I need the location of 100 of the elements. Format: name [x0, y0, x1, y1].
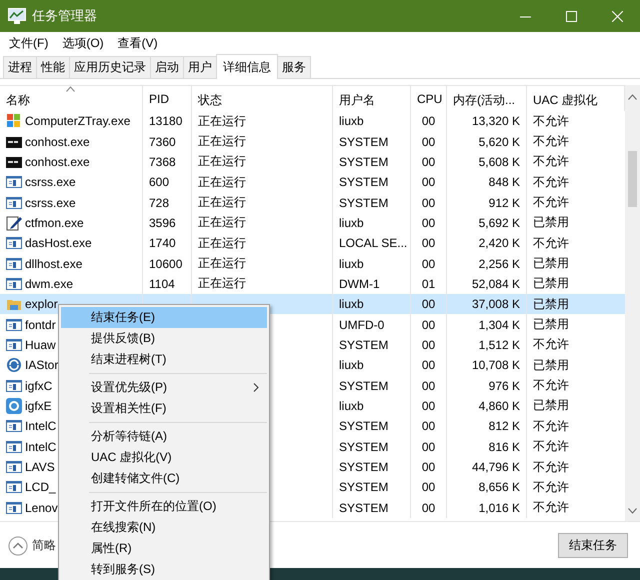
tab[interactable]: 用户	[183, 56, 217, 78]
end-task-button[interactable]: 结束任务	[558, 533, 628, 558]
table-row[interactable]: csrss.exe 728 正在运行 SYSTEM 00 912 K 不允许	[0, 192, 625, 213]
cpu-cell: 00	[422, 196, 436, 210]
context-menu-item[interactable]: 属性(R)	[61, 538, 267, 559]
user-cell: SYSTEM	[339, 378, 388, 393]
status-cell: 正在运行	[198, 275, 246, 292]
memory-cell: 37,008 K	[472, 297, 520, 312]
memory-cell: 4,860 K	[478, 398, 520, 413]
menu-item[interactable]: 文件(F)	[2, 32, 56, 54]
status-cell: 正在运行	[198, 214, 246, 232]
scrollbar[interactable]	[625, 85, 640, 523]
process-name: explor	[25, 297, 58, 312]
table-row[interactable]: csrss.exe 600 正在运行 SYSTEM 00 848 K 不允许	[0, 172, 625, 192]
uac-cell: 不允许	[533, 458, 569, 476]
sync-icon	[6, 357, 22, 374]
column-header[interactable]: 名称	[0, 86, 143, 111]
table-row[interactable]: conhost.exe 7360 正在运行 SYSTEM 00 5,620 K 不允许	[0, 131, 625, 152]
tab[interactable]: 进程	[3, 56, 37, 78]
window-icon	[6, 256, 22, 272]
cpu-cell: 00	[422, 318, 436, 332]
context-menu-item[interactable]: 分析等待链(A)	[61, 426, 267, 447]
context-menu-item[interactable]: 设置优先级(P)	[61, 377, 267, 398]
table-row[interactable]: ctfmon.exe 3596 正在运行 liuxb 00 5,692 K 已禁用	[0, 212, 625, 234]
table-row[interactable]: ComputerZTray.exe 13180 正在运行 liuxb 00 13,320 K 不允许	[0, 111, 625, 132]
process-name: fontdr	[25, 318, 56, 332]
memory-cell: 976 K	[488, 378, 520, 393]
cpu-cell: 00	[422, 297, 436, 312]
context-menu-item[interactable]: 提供反馈(B)	[61, 328, 267, 349]
status-cell: 正在运行	[198, 112, 246, 130]
uac-cell: 不允许	[533, 438, 569, 456]
context-menu-item[interactable]: 在线搜索(N)	[61, 517, 267, 538]
column-header[interactable]: 内存(活动...	[447, 86, 527, 111]
menu-item[interactable]: 选项(O)	[55, 32, 111, 54]
column-header[interactable]: 用户名	[333, 86, 411, 111]
cpu-cell: 00	[422, 480, 436, 494]
process-name: Lenov	[25, 500, 58, 515]
process-name: IntelC	[25, 440, 56, 454]
context-menu-item[interactable]: 结束进程树(T)	[61, 349, 267, 370]
scroll-down-icon[interactable]	[628, 508, 637, 514]
uac-cell: 不允许	[533, 478, 569, 496]
pen-icon	[6, 214, 22, 231]
user-cell: liuxb	[339, 297, 364, 312]
column-header[interactable]: 状态	[192, 86, 333, 111]
pid-cell: 1740	[149, 236, 176, 250]
process-name: ComputerZTray.exe	[25, 114, 130, 128]
user-cell: SYSTEM	[339, 480, 388, 494]
status-cell: 正在运行	[198, 174, 246, 191]
memory-cell: 1,512 K	[478, 338, 520, 352]
user-cell: SYSTEM	[339, 500, 388, 515]
context-menu-item[interactable]: 打开文件所在的位置(O)	[61, 496, 267, 517]
context-menu-item[interactable]: 转到服务(S)	[61, 559, 267, 580]
collapse-chevron-icon[interactable]	[8, 536, 28, 556]
tab[interactable]: 应用历史记录	[69, 56, 151, 78]
cpu-cell: 00	[422, 460, 436, 474]
scroll-thumb[interactable]	[628, 151, 637, 207]
cpu-cell: 00	[422, 114, 436, 128]
uac-cell: 已禁用	[533, 356, 569, 374]
context-menu-item[interactable]: 结束任务(E)	[61, 307, 267, 328]
tab[interactable]: 性能	[36, 56, 70, 78]
tab[interactable]: 启动	[150, 56, 184, 78]
column-header[interactable]: CPU	[411, 86, 447, 111]
context-menu-item[interactable]: UAC 虚拟化(V)	[61, 447, 267, 468]
table-row[interactable]: dllhost.exe 10600 正在运行 liuxb 00 2,256 K 已禁用	[0, 253, 625, 274]
uac-cell: 不允许	[533, 112, 569, 130]
process-name: csrss.exe	[25, 175, 76, 190]
fewer-details-link[interactable]: 简略	[32, 537, 56, 554]
uac-cell: 不允许	[533, 234, 569, 252]
memory-cell: 912 K	[488, 196, 520, 210]
scroll-up-icon[interactable]	[628, 94, 637, 100]
window-icon	[6, 479, 22, 496]
memory-cell: 5,620 K	[478, 134, 520, 149]
user-cell: liuxb	[339, 216, 364, 230]
cpu-cell: 00	[422, 134, 436, 149]
table-row[interactable]: dasHost.exe 1740 正在运行 LOCAL SE... 00 2,420 K 不允许	[0, 233, 625, 254]
user-cell: SYSTEM	[339, 440, 388, 454]
user-cell: SYSTEM	[339, 175, 388, 190]
column-header[interactable]: PID	[143, 86, 192, 111]
cpu-cell: 00	[422, 216, 436, 230]
windows-logo-icon	[6, 113, 22, 130]
window-icon	[6, 459, 22, 476]
context-menu-item[interactable]: 设置相关性(F)	[61, 398, 267, 419]
tab[interactable]: 详细信息	[216, 54, 278, 79]
cpu-cell: 00	[422, 256, 436, 271]
user-cell: UMFD-0	[339, 318, 384, 332]
process-name: csrss.exe	[25, 196, 76, 210]
cpu-cell: 00	[422, 358, 436, 372]
uac-cell: 已禁用	[533, 296, 569, 313]
process-name: dllhost.exe	[25, 256, 82, 271]
user-cell: SYSTEM	[339, 419, 388, 434]
menu-item[interactable]: 查看(V)	[110, 32, 165, 54]
context-menu-item[interactable]: 创建转储文件(C)	[61, 468, 267, 489]
uac-cell: 不允许	[533, 174, 569, 191]
tab[interactable]: 服务	[277, 56, 311, 78]
window-icon	[6, 336, 22, 353]
memory-cell: 5,692 K	[478, 216, 520, 230]
uac-cell: 不允许	[533, 153, 569, 170]
user-cell: DWM-1	[339, 276, 380, 291]
process-name: dwm.exe	[25, 276, 74, 291]
table-row[interactable]: conhost.exe 7368 正在运行 SYSTEM 00 5,608 K 不允许	[0, 152, 625, 172]
